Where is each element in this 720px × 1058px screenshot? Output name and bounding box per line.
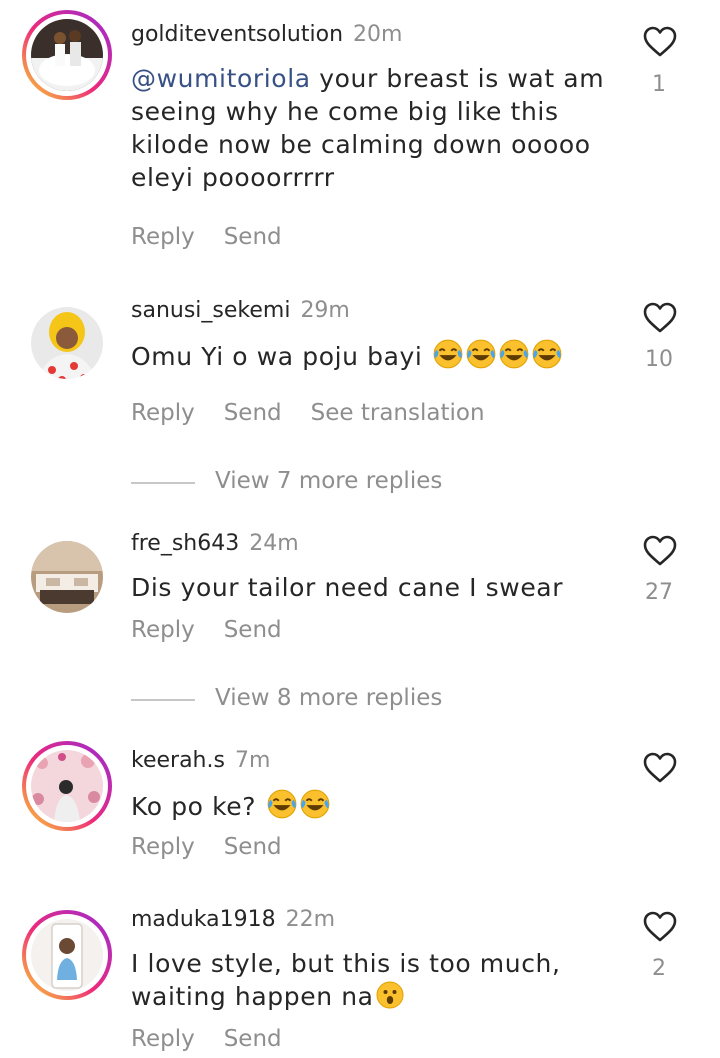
laughing-emoji-icon bbox=[266, 788, 298, 820]
comment-text: @wumitoriola your breast is wat am seein… bbox=[131, 62, 611, 194]
avatar[interactable] bbox=[22, 910, 112, 1000]
laughing-emoji-icon bbox=[531, 338, 563, 370]
laughing-emoji-icon bbox=[498, 338, 530, 370]
avatar[interactable] bbox=[22, 298, 112, 388]
see-translation-button[interactable]: See translation bbox=[311, 400, 485, 426]
view-replies-label[interactable]: View 7 more replies bbox=[215, 468, 442, 494]
username[interactable]: keerah.s bbox=[131, 748, 225, 773]
comment-actions: Reply Send See translation bbox=[131, 400, 514, 426]
timestamp: 22m bbox=[285, 907, 336, 932]
replies-divider bbox=[131, 699, 195, 701]
reply-button[interactable]: Reply bbox=[131, 224, 195, 250]
like-heart-icon[interactable] bbox=[643, 26, 677, 58]
view-more-replies[interactable]: View 8 more replies bbox=[131, 685, 551, 715]
comment-actions: Reply Send bbox=[131, 224, 311, 250]
username[interactable]: maduka1918 bbox=[131, 907, 276, 932]
comment-text: I love style, but this is too much, wait… bbox=[131, 947, 611, 1013]
laughing-emoji-icon bbox=[299, 788, 331, 820]
send-button[interactable]: Send bbox=[224, 834, 282, 860]
reply-button[interactable]: Reply bbox=[131, 400, 195, 426]
comment-text: Omu Yi o wa poju bayi bbox=[131, 338, 611, 373]
mention-link[interactable]: @wumitoriola bbox=[131, 64, 311, 93]
send-button[interactable]: Send bbox=[224, 400, 282, 426]
comment-text: Ko po ke? bbox=[131, 788, 611, 823]
replies-divider bbox=[131, 482, 195, 484]
comment-body: Dis your tailor need cane I swear bbox=[131, 573, 564, 602]
comment-username-row: golditeventsolution 20m bbox=[131, 22, 402, 47]
reply-button[interactable]: Reply bbox=[131, 617, 195, 643]
like-heart-icon[interactable] bbox=[643, 302, 677, 334]
like-count: 2 bbox=[652, 956, 666, 981]
view-more-replies[interactable]: View 7 more replies bbox=[131, 468, 551, 498]
comment-actions: Reply Send bbox=[131, 617, 311, 643]
like-heart-icon[interactable] bbox=[643, 911, 677, 943]
username[interactable]: golditeventsolution bbox=[131, 22, 343, 47]
send-button[interactable]: Send bbox=[224, 617, 282, 643]
timestamp: 7m bbox=[234, 748, 271, 773]
laughing-emoji-icon bbox=[465, 338, 497, 370]
reply-button[interactable]: Reply bbox=[131, 1026, 195, 1052]
like-count: 27 bbox=[645, 580, 673, 605]
comment-actions: Reply Send bbox=[131, 1026, 311, 1052]
comment-text: Dis your tailor need cane I swear bbox=[131, 571, 611, 604]
laughing-emoji-icon bbox=[432, 338, 464, 370]
comment-body: Ko po ke? bbox=[131, 792, 257, 821]
comment-username-row: maduka1918 22m bbox=[131, 907, 335, 932]
comment-username-row: fre_sh643 24m bbox=[131, 531, 299, 556]
like-count: 1 bbox=[652, 72, 666, 97]
comment-body: Omu Yi o wa poju bayi bbox=[131, 342, 423, 371]
comment-username-row: keerah.s 7m bbox=[131, 748, 270, 773]
avatar[interactable] bbox=[22, 532, 112, 622]
send-button[interactable]: Send bbox=[224, 1026, 282, 1052]
timestamp: 29m bbox=[300, 298, 350, 323]
timestamp: 20m bbox=[353, 22, 403, 47]
username[interactable]: fre_sh643 bbox=[131, 531, 239, 556]
avatar[interactable] bbox=[22, 741, 112, 831]
reply-button[interactable]: Reply bbox=[131, 834, 195, 860]
comment-actions: Reply Send bbox=[131, 834, 311, 860]
like-heart-icon[interactable] bbox=[643, 535, 677, 567]
like-heart-icon[interactable] bbox=[643, 752, 677, 784]
view-replies-label[interactable]: View 8 more replies bbox=[215, 685, 442, 711]
like-count: 10 bbox=[645, 347, 673, 372]
comment-username-row: sanusi_sekemi 29m bbox=[131, 298, 350, 323]
astonished-emoji-icon bbox=[375, 980, 405, 1010]
comment-body: I love style, but this is too much, wait… bbox=[131, 949, 561, 1011]
send-button[interactable]: Send bbox=[224, 224, 282, 250]
avatar[interactable] bbox=[22, 10, 112, 100]
timestamp: 24m bbox=[249, 531, 299, 556]
username[interactable]: sanusi_sekemi bbox=[131, 298, 290, 323]
